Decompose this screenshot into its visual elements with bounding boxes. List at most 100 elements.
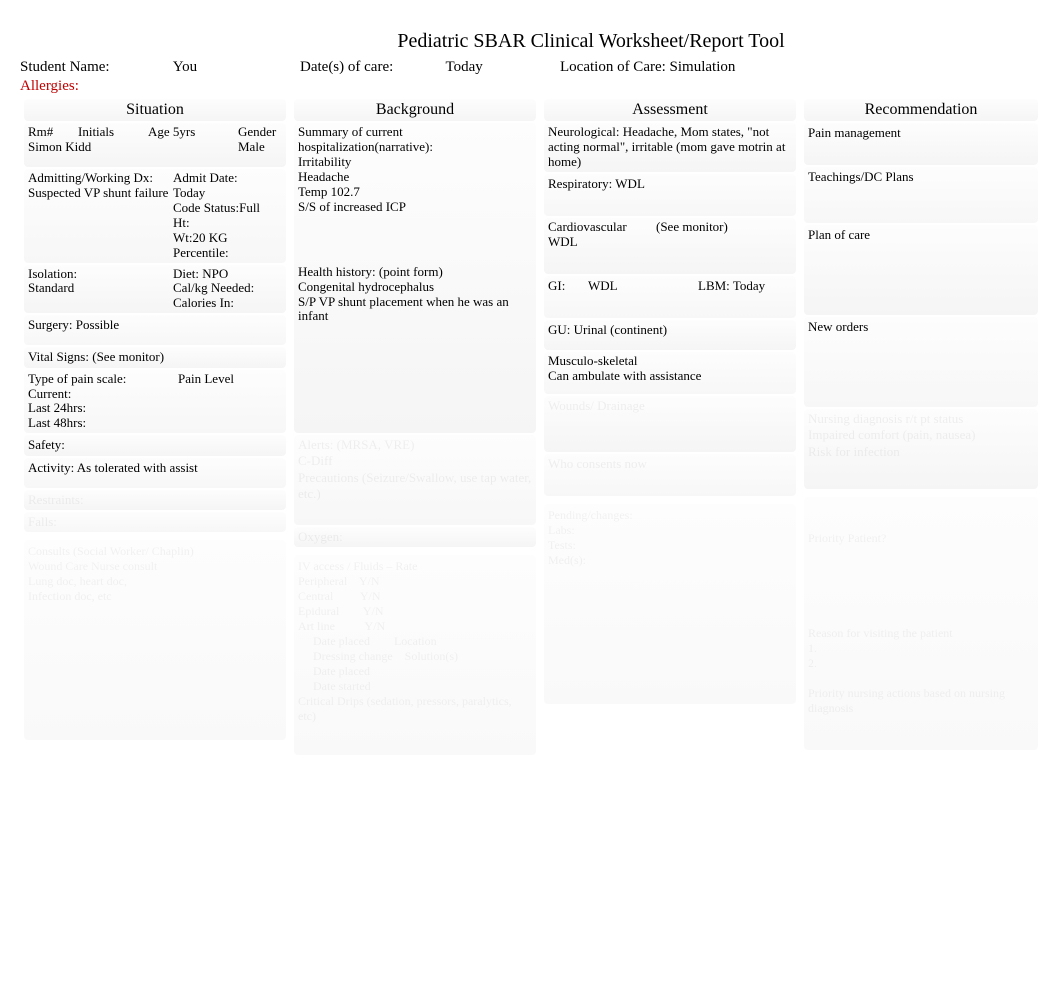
resp-row: Respiratory: WDL <box>544 174 796 216</box>
activity-row: Activity: As tolerated with assist <box>24 458 286 488</box>
vitals-row: Vital Signs: (See monitor) <box>24 347 286 367</box>
cardio-label: Cardiovascular <box>548 220 648 235</box>
musculo-row: Musculo-skeletal Can ambulate with assis… <box>544 352 796 394</box>
gender-label: Gender <box>238 125 282 140</box>
sbar-grid: Situation Rm# Initials Age 5yrs Gender S… <box>20 99 1042 755</box>
code-status-label: Code Status: <box>173 200 239 215</box>
plan-row: Plan of care <box>804 225 1038 315</box>
health-hx-label: Health history: (point form) <box>298 265 532 280</box>
cardio-row: Cardiovascular (See monitor) WDL <box>544 218 796 274</box>
admit-date-value: Today <box>173 186 282 201</box>
lbm-label: LBM: <box>698 278 730 293</box>
allergies-label: Allergies: <box>20 78 1042 95</box>
neuro-row: Neurological: Headache, Mom states, "not… <box>544 123 796 172</box>
gi-label: GI: <box>548 278 588 294</box>
recommendation-column: Recommendation Pain management Teachings… <box>800 99 1042 755</box>
pain-row: Type of pain scale: Pain Level Current: … <box>24 370 286 434</box>
surgery-row: Surgery: Possible <box>24 315 286 345</box>
orders-row: New orders <box>804 317 1038 407</box>
wt-value: 20 KG <box>193 230 228 245</box>
gi-row-cell: GI: WDL LBM: Today <box>544 276 796 318</box>
surgery-label: Surgery: <box>28 317 73 332</box>
cardio-value: WDL <box>548 235 792 250</box>
pending-faded: Pending/changes: Labs: Tests: Med(s): <box>544 504 796 704</box>
vitals-value: (See monitor) <box>92 349 164 364</box>
wt-label: Wt: <box>173 230 193 245</box>
header-row: Student Name: You Date(s) of care: Today… <box>20 59 1042 76</box>
rm-label: Rm# <box>28 125 78 140</box>
summary-label: Summary of current hospitalization(narra… <box>298 125 532 155</box>
initials-label: Initials <box>78 125 148 140</box>
oxygen-faded: Oxygen: <box>294 527 536 547</box>
summary-line-1: Headache <box>298 170 532 185</box>
gi-value: WDL <box>588 278 698 294</box>
wounds-faded: Wounds/ Drainage <box>544 396 796 452</box>
gu-label: GU: <box>548 322 570 337</box>
alerts-faded: Alerts: (MRSA, VRE) C-Diff Precautions (… <box>294 435 536 525</box>
age-value: 5yrs <box>173 125 195 140</box>
cardio-note: (See monitor) <box>648 220 792 235</box>
pain-24-label: Last 24hrs: <box>28 401 282 416</box>
vitals-label: Vital Signs: <box>28 349 89 364</box>
iv-faded: IV access / Fluids – Rate Peripheral Y/N… <box>294 555 536 755</box>
background-header: Background <box>294 99 536 121</box>
consults-faded: Consults (Social Worker/ Chaplin) Wound … <box>24 540 286 740</box>
recommendation-header: Recommendation <box>804 99 1038 121</box>
restraints-faded: Restraints: <box>24 490 286 510</box>
isolation-value: Standard <box>28 281 173 296</box>
location-label: Location of Care: <box>560 59 666 75</box>
percentile-label: Percentile: <box>173 246 282 261</box>
musculo-value: Can ambulate with assistance <box>548 369 792 384</box>
diet-value: NPO <box>202 266 228 281</box>
admit-dx-label: Admitting/Working Dx: <box>28 171 173 186</box>
teach-row: Teachings/DC Plans <box>804 167 1038 223</box>
health-hx-0: Congenital hydrocephalus <box>298 280 532 295</box>
dates-value: Today <box>446 59 483 75</box>
pain-level-label: Pain Level <box>178 372 234 387</box>
dates-label: Date(s) of care: <box>300 59 393 75</box>
gu-row: GU: Urinal (continent) <box>544 320 796 350</box>
student-name-value: You <box>173 59 197 75</box>
ht-label: Ht: <box>173 216 282 231</box>
nursing-dx-faded: Nursing diagnosis r/t pt status Impaired… <box>804 409 1038 489</box>
psych-faded: Who consents now <box>544 454 796 496</box>
surgery-value: Possible <box>76 317 119 332</box>
dx-admit-row: Admitting/Working Dx: Suspected VP shunt… <box>24 169 286 263</box>
pain-current-label: Current: <box>28 387 282 402</box>
activity-value: As tolerated with assist <box>77 460 198 475</box>
isolation-label: Isolation: <box>28 267 173 282</box>
diet-label: Diet: <box>173 266 199 281</box>
falls-faded: Falls: <box>24 512 286 532</box>
code-status-value: Full <box>239 200 260 215</box>
summary-cell: Summary of current hospitalization(narra… <box>294 123 536 433</box>
isolation-diet-row: Isolation: Standard Diet: NPO Cal/kg Nee… <box>24 265 286 314</box>
pain-type-label: Type of pain scale: <box>28 372 178 387</box>
pain-mgmt-row: Pain management <box>804 123 1038 165</box>
safety-row: Safety: <box>24 435 286 455</box>
gender-value: Male <box>238 140 265 155</box>
musculo-label: Musculo-skeletal <box>548 354 792 369</box>
priority-faded: Priority Patient? Reason for visiting th… <box>804 497 1038 750</box>
situation-column: Situation Rm# Initials Age 5yrs Gender S… <box>20 99 290 755</box>
pain-48-label: Last 48hrs: <box>28 416 282 431</box>
gu-value: Urinal (continent) <box>574 322 668 337</box>
neuro-label: Neurological: <box>548 124 619 139</box>
summary-line-0: Irritability <box>298 155 532 170</box>
resp-value: WDL <box>615 176 645 191</box>
summary-line-2: Temp 102.7 <box>298 185 532 200</box>
background-column: Background Summary of current hospitaliz… <box>290 99 540 755</box>
admit-dx-value: Suspected VP shunt failure <box>28 186 173 201</box>
health-hx-1: S/P VP shunt placement when he was an in… <box>298 295 532 325</box>
age-label: Age <box>148 125 170 140</box>
activity-label: Activity: <box>28 460 74 475</box>
assessment-header: Assessment <box>544 99 796 121</box>
patient-id-row: Rm# Initials Age 5yrs Gender Simon Kidd … <box>24 123 286 167</box>
reason-visit-faded: Reason for visiting the patient 1. 2. Pr… <box>808 626 1034 716</box>
initials-value: Simon Kidd <box>28 140 238 155</box>
calin-label: Calories In: <box>173 296 282 311</box>
lbm-value: Today <box>733 278 765 293</box>
calkg-label: Cal/kg Needed: <box>173 281 282 296</box>
admit-date-label: Admit Date: <box>173 170 238 185</box>
priority-patient-faded: Priority Patient? <box>808 531 1034 546</box>
assessment-column: Assessment Neurological: Headache, Mom s… <box>540 99 800 755</box>
